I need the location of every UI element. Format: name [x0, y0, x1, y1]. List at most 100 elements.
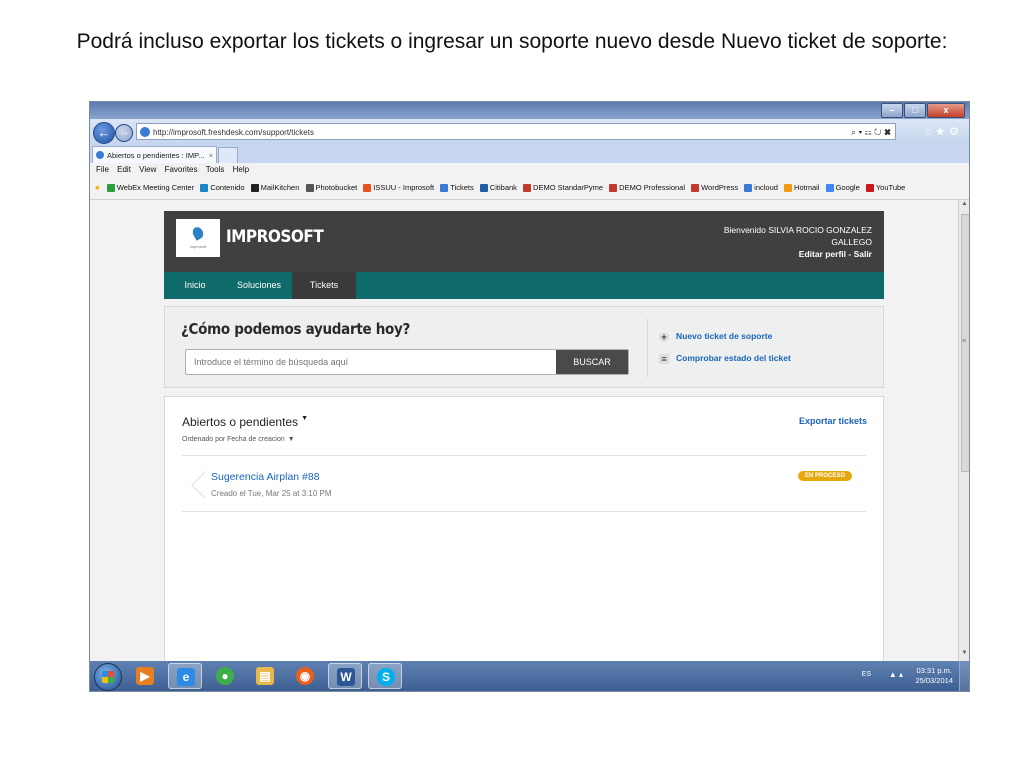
forward-button[interactable]: → — [115, 124, 133, 142]
favorite-item[interactable]: ISSUU - Improsoft — [363, 177, 434, 199]
plus-icon: + — [659, 331, 669, 342]
ticket-title-link[interactable]: Sugerencia Airplan #88 — [211, 471, 320, 483]
favorite-item[interactable]: Citibank — [479, 177, 517, 199]
page-viewport: improsoft IMPROSOFT Bienvenido SILVIA RO… — [90, 200, 958, 661]
check-status-link[interactable]: ≡ Comprobar estado del ticket — [659, 353, 791, 364]
tickets-panel: Abiertos o pendientes ▼ Ordenado por Fech… — [164, 396, 884, 661]
nav-tickets[interactable]: Tickets — [292, 272, 356, 299]
menu-edit[interactable]: Edit — [117, 165, 131, 174]
windows-taskbar: ▶ e ● ▤ ◉ W S ES ▲ ▴ 03:31 p.m. 25/03/20… — [90, 661, 969, 691]
status-badge: EN PROCESO — [797, 471, 852, 481]
site-logo[interactable]: improsoft — [176, 219, 220, 257]
favorite-label: DEMO StandarPyme — [533, 183, 604, 192]
taskbar-app[interactable]: e — [168, 663, 202, 689]
favorite-icon — [106, 184, 115, 193]
menu-tools[interactable]: Tools — [206, 165, 225, 174]
logo-drop-icon — [190, 225, 206, 241]
edit-profile-link[interactable]: Editar perfil - Salir — [632, 248, 872, 260]
scroll-up-icon[interactable]: ▲ — [959, 201, 969, 211]
favorite-item[interactable]: DEMO Professional — [609, 177, 685, 199]
menu-view[interactable]: View — [139, 165, 156, 174]
ie-page-icon — [140, 127, 150, 137]
menu-favorites[interactable]: Favorites — [165, 165, 198, 174]
tab-title: Abiertos o pendientes : IMP... — [107, 151, 205, 160]
vertical-scrollbar[interactable]: ▲ ≡ ▼ — [958, 200, 969, 661]
gear-icon[interactable]: ⚙ — [949, 126, 963, 138]
tray-icons[interactable]: ▲ ▴ — [889, 670, 903, 679]
new-ticket-link[interactable]: + Nuevo ticket de soporte — [659, 331, 772, 342]
divider — [182, 455, 866, 456]
address-tools-icon[interactable]: ⌕ ▾ ☷ ↻ ✖ — [851, 124, 891, 141]
favorites-star-icon[interactable]: ★ — [935, 126, 949, 138]
menu-help[interactable]: Help — [233, 165, 249, 174]
network-icon[interactable]: ▴ — [899, 670, 903, 679]
address-bar[interactable]: http://improsoft.freshdesk.com/support/t… — [136, 123, 896, 140]
divider — [182, 511, 866, 512]
favorite-item[interactable]: Contenido — [200, 177, 245, 199]
open-pending-filter[interactable]: Abiertos o pendientes ▼ — [182, 415, 308, 429]
favorite-icon — [363, 184, 372, 193]
panel-divider — [647, 319, 648, 377]
welcome-block: Bienvenido SILVIA ROCIO GONZALEZ GALLEGO… — [632, 224, 872, 260]
favorites-star-icon[interactable]: ★ — [94, 177, 101, 199]
favorite-item[interactable]: WebEx Meeting Center — [106, 177, 194, 199]
nav-soluciones[interactable]: Soluciones — [226, 272, 292, 299]
export-tickets-link[interactable]: Exportar tickets — [799, 416, 867, 426]
tab-close-icon[interactable]: × — [209, 147, 213, 164]
search-input[interactable] — [186, 350, 558, 374]
taskbar-app[interactable]: ● — [208, 663, 242, 689]
new-tab-button[interactable] — [218, 147, 238, 164]
back-button[interactable]: ← — [93, 122, 115, 144]
favorite-item[interactable]: incloud — [744, 177, 778, 199]
nav-inicio[interactable]: Inicio — [164, 272, 226, 299]
site-header: improsoft IMPROSOFT Bienvenido SILVIA RO… — [164, 211, 884, 272]
favorite-item[interactable]: YouTube — [865, 177, 905, 199]
home-icon[interactable]: ⌂ — [925, 126, 936, 138]
skype-icon: S — [377, 668, 395, 686]
taskbar-app[interactable]: S — [368, 663, 402, 689]
favorite-icon — [523, 184, 532, 193]
favorite-icon — [825, 184, 834, 193]
favorite-item[interactable]: Photobucket — [305, 177, 357, 199]
favorite-item[interactable]: Hotmail — [784, 177, 819, 199]
file-explorer-icon: ▤ — [256, 667, 274, 685]
maximize-icon[interactable]: □ — [904, 103, 926, 118]
word-icon: W — [337, 668, 355, 686]
favorite-icon — [250, 184, 259, 193]
favorite-icon — [479, 184, 488, 193]
sort-dropdown[interactable]: Ordenado por Fecha de creacion ▼ — [182, 436, 295, 443]
favorite-label: Contenido — [210, 183, 245, 192]
close-icon[interactable]: x — [927, 103, 965, 118]
sort-label: Ordenado por Fecha de creacion — [182, 436, 285, 443]
open-pending-label: Abiertos o pendientes — [182, 415, 299, 429]
tray-arrow-icon[interactable]: ▲ — [889, 670, 897, 679]
taskbar-app[interactable]: ◉ — [288, 663, 322, 689]
favorite-item[interactable]: DEMO StandarPyme — [523, 177, 603, 199]
favorite-item[interactable]: Tickets — [440, 177, 474, 199]
welcome-line-1: Bienvenido SILVIA ROCIO GONZALEZ — [723, 225, 872, 235]
taskbar-app[interactable]: ▶ — [128, 663, 162, 689]
favorite-label: incloud — [754, 183, 778, 192]
firefox-icon: ◉ — [296, 667, 314, 685]
favorite-icon — [609, 184, 618, 193]
favorite-item[interactable]: Google — [825, 177, 860, 199]
media-player-icon: ▶ — [136, 667, 154, 685]
window-titlebar: – □ x — [90, 102, 969, 119]
menu-file[interactable]: File — [96, 165, 109, 174]
search-box: BUSCAR — [185, 349, 629, 375]
chrome-icon: ● — [216, 667, 234, 685]
show-desktop-button[interactable] — [959, 661, 969, 691]
welcome-line-2: GALLEGO — [831, 237, 872, 247]
language-indicator[interactable]: ES — [862, 671, 871, 678]
browser-tools: ⌂★⚙ — [925, 125, 963, 138]
favorite-item[interactable]: MailKitchen — [250, 177, 299, 199]
search-button[interactable]: BUSCAR — [556, 350, 628, 374]
favorite-item[interactable]: WordPress — [691, 177, 738, 199]
scroll-down-icon[interactable]: ▼ — [959, 650, 969, 660]
taskbar-app[interactable]: W — [328, 663, 362, 689]
minimize-icon[interactable]: – — [881, 103, 903, 118]
tab-active[interactable]: Abiertos o pendientes : IMP... × — [92, 146, 217, 163]
taskbar-app[interactable]: ▤ — [248, 663, 282, 689]
start-button[interactable] — [94, 663, 122, 691]
clock[interactable]: 03:31 p.m. 25/03/2014 — [915, 666, 953, 686]
